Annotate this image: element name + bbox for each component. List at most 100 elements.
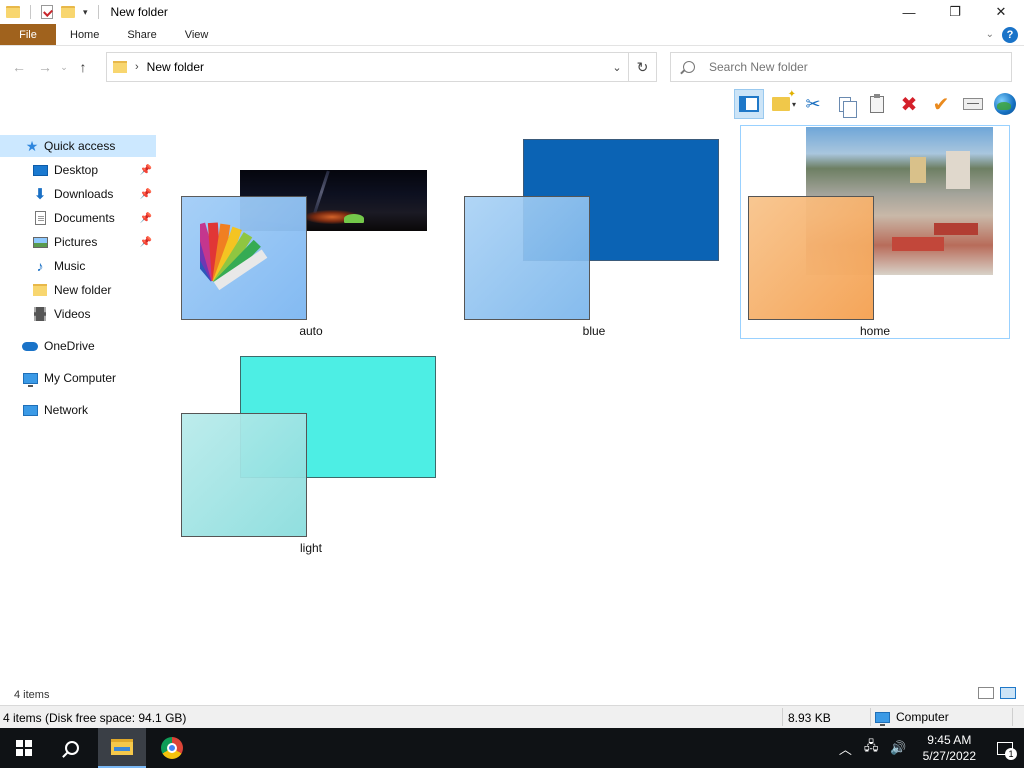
file-explorer-icon (111, 739, 133, 755)
folder-icon[interactable] (6, 6, 20, 18)
file-type-overlay (181, 413, 307, 537)
new-folder-icon[interactable] (61, 6, 75, 18)
divider (1012, 708, 1013, 726)
taskbar: ︿ 🖧 🔊 9:45 AM 5/27/2022 1 (0, 728, 1024, 768)
preview-pane-icon (738, 96, 759, 112)
file-list: auto blue home light (160, 120, 1024, 685)
desktop-icon (32, 162, 48, 178)
pin-icon: 📌 (139, 188, 152, 200)
nav-label: Documents (54, 211, 115, 225)
view-toggle (978, 687, 1016, 699)
tab-file[interactable]: File (0, 24, 56, 45)
details-status-bar: 4 items (Disk free space: 94.1 GB) 8.93 … (0, 705, 1024, 728)
volume-icon[interactable]: 🔊 (890, 740, 906, 756)
file-type-overlay (181, 196, 307, 320)
recent-locations-icon[interactable]: ⌄ (58, 53, 70, 81)
close-button[interactable]: ✕ (978, 0, 1024, 24)
pin-icon: 📌 (139, 236, 152, 248)
address-row: ← → ⌄ ↑ › New folder ⌄ ↻ (0, 46, 1024, 88)
disk-info: 4 items (Disk free space: 94.1 GB) (3, 711, 187, 725)
search-input[interactable] (709, 60, 989, 74)
tab-home[interactable]: Home (56, 24, 113, 45)
maximize-button[interactable]: ❐ (932, 0, 978, 24)
folder-icon (113, 61, 127, 73)
status-bar: 4 items (0, 685, 1024, 705)
taskbar-search-button[interactable] (48, 728, 96, 768)
address-dropdown-icon[interactable]: ⌄ (606, 61, 628, 74)
customize-toolbar-icon[interactable]: ▾ (83, 7, 88, 18)
copy-icon (839, 96, 857, 118)
divider (30, 5, 31, 19)
nav-label: My Computer (44, 371, 117, 385)
minimize-button[interactable]: — (886, 0, 932, 24)
check-button[interactable]: ✔ (926, 89, 956, 119)
title-bar: ▾ New folder — ❐ ✕ (0, 0, 1024, 24)
search-icon (683, 61, 695, 73)
system-tray: ︿ 🖧 🔊 9:45 AM 5/27/2022 1 (833, 728, 1024, 768)
action-center-button[interactable]: 1 (986, 728, 1024, 768)
nav-desktop[interactable]: Desktop 📌 (32, 159, 156, 181)
navigation-pane: ★ Quick access Desktop 📌 ⬇ Downloads 📌 D… (0, 120, 160, 685)
file-item-light[interactable]: light (176, 343, 446, 557)
globe-button[interactable] (990, 89, 1020, 119)
ribbon-right: ⌄ ? (986, 24, 1024, 45)
rename-button[interactable] (958, 89, 988, 119)
quick-access-toolbar: ▾ (0, 0, 105, 24)
cut-button[interactable]: ✂ (798, 89, 828, 119)
clock[interactable]: 9:45 AM 5/27/2022 (923, 732, 976, 764)
large-icons-view-icon[interactable] (1000, 687, 1016, 699)
paste-icon (870, 93, 884, 113)
nav-music[interactable]: ♪ Music (32, 255, 156, 277)
window-controls: — ❐ ✕ (886, 0, 1024, 24)
delete-button[interactable]: ✖ (894, 89, 924, 119)
details-view-icon[interactable] (978, 687, 994, 699)
nav-documents[interactable]: Documents 📌 (32, 207, 156, 229)
file-item-auto[interactable]: auto (176, 126, 446, 340)
file-name: blue (582, 324, 606, 338)
nav-my-computer[interactable]: My Computer (22, 367, 156, 389)
nav-downloads[interactable]: ⬇ Downloads 📌 (32, 183, 156, 205)
taskbar-chrome[interactable] (148, 728, 196, 768)
nav-quick-access[interactable]: ★ Quick access (0, 135, 156, 157)
clock-time: 9:45 AM (927, 733, 972, 747)
paste-button[interactable] (862, 89, 892, 119)
nav-pictures[interactable]: Pictures 📌 (32, 231, 156, 253)
start-button[interactable] (0, 728, 48, 768)
divider (97, 5, 99, 19)
file-type-overlay (464, 196, 590, 320)
up-button[interactable]: ↑ (70, 53, 96, 81)
breadcrumb-separator[interactable]: › (135, 61, 139, 73)
file-item-home[interactable]: home (740, 125, 1010, 339)
properties-icon[interactable] (41, 5, 53, 19)
show-hidden-icons-icon[interactable]: ︿ (839, 739, 852, 758)
refresh-button[interactable]: ↻ (628, 53, 656, 81)
file-name: auto (299, 324, 323, 338)
onedrive-icon (22, 338, 38, 354)
copy-button[interactable] (830, 89, 860, 119)
network-icon[interactable]: 🖧 (864, 737, 879, 759)
cut-icon: ✂ (805, 93, 821, 114)
nav-label: OneDrive (44, 339, 95, 353)
help-icon[interactable]: ? (1002, 26, 1018, 43)
back-button[interactable]: ← (6, 53, 32, 81)
nav-videos[interactable]: Videos (32, 303, 156, 325)
forward-button[interactable]: → (32, 53, 58, 81)
search-box[interactable] (670, 52, 1012, 82)
nav-new-folder[interactable]: New folder (32, 279, 156, 301)
address-bar[interactable]: › New folder ⌄ ↻ (106, 52, 657, 82)
expand-ribbon-icon[interactable]: ⌄ (986, 29, 994, 40)
file-name: home (859, 324, 891, 338)
taskbar-file-explorer[interactable] (98, 728, 146, 768)
new-item-dropdown-icon[interactable]: ▾ (792, 100, 796, 109)
nav-onedrive[interactable]: OneDrive (22, 335, 156, 357)
nav-network[interactable]: Network (22, 399, 156, 421)
tab-view[interactable]: View (171, 24, 223, 45)
breadcrumb-new-folder[interactable]: New folder (147, 60, 204, 74)
tab-share[interactable]: Share (113, 24, 170, 45)
file-item-blue[interactable]: blue (459, 126, 729, 340)
preview-pane-button[interactable] (733, 89, 764, 119)
rename-icon (963, 98, 983, 110)
ribbon-tabs: File Home Share View ⌄ ? (0, 24, 1024, 46)
pin-icon: 📌 (139, 212, 152, 224)
divider (870, 708, 871, 726)
